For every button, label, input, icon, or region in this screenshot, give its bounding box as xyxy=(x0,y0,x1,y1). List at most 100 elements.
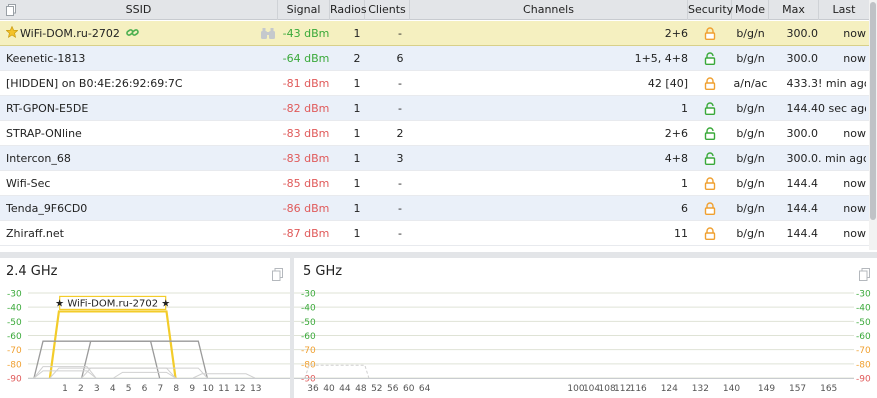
cell-signal: -81 dBm xyxy=(282,77,330,90)
cell-signal: -87 dBm xyxy=(282,227,330,240)
cell-security xyxy=(690,96,730,121)
x-tick-label: 10 xyxy=(202,384,214,394)
cell-mode: b/g/n xyxy=(736,227,765,240)
x-tick-label: 64 xyxy=(419,384,431,394)
y-tick-label-right: -90 xyxy=(856,375,871,385)
x-tick-label: 13 xyxy=(250,384,261,394)
favorite-star-icon[interactable] xyxy=(6,26,18,38)
cell-radios: 2 xyxy=(353,52,361,65)
x-tick-label: 4 xyxy=(110,384,116,394)
cell-security xyxy=(690,146,730,171)
cell-max-rate: 300.0 xyxy=(786,152,819,165)
cell-channels: 1 xyxy=(681,177,688,190)
cell-max-rate: 300.0 xyxy=(786,52,819,65)
cell-ssid: WiFi-DOM.ru-2702 xyxy=(6,21,276,46)
column-header-security[interactable]: Security xyxy=(688,0,733,20)
ssid-text: STRAP-ONline xyxy=(6,127,82,140)
cell-radios: 1 xyxy=(353,177,361,190)
table-row[interactable]: Tenda_9F6CD0 -86 dBm 1 - 6 b/g/n 144.4 now xyxy=(0,196,869,221)
y-tick-label: -50 xyxy=(7,318,22,328)
cell-signal: -83 dBm xyxy=(282,127,330,140)
lock-open-icon xyxy=(704,127,716,140)
cell-clients: - xyxy=(398,227,402,240)
cell-max-rate: 433.3 xyxy=(786,77,819,90)
table-row[interactable]: WiFi-DOM.ru-2702 -43 dBm 1 - 2+6 b/g/n 300.0 no… xyxy=(0,21,869,46)
network-curve xyxy=(49,367,176,379)
x-tick-label: 2 xyxy=(78,384,84,394)
lock-open-icon xyxy=(704,52,716,65)
x-tick-label: 48 xyxy=(355,384,367,394)
x-tick-label: 165 xyxy=(820,384,837,394)
table-row[interactable]: [HIDDEN] on B0:4E:26:92:69:7C -81 dBm 1 - 42… xyxy=(0,71,869,96)
y-tick-label: -50 xyxy=(301,318,316,328)
table-row[interactable]: RT-GPON-E5DE -82 dBm 1 - 1 b/g/n 144.4 0 sec ag… xyxy=(0,96,869,121)
y-tick-label: -40 xyxy=(301,304,316,314)
cell-ssid: Wifi-Sec xyxy=(6,171,276,196)
table-header: SSID Signal Radios Clients Channels Secu… xyxy=(0,0,869,36)
table-row[interactable]: Zhiraff.net -87 dBm 1 - 11 b/g/n 144.4 now xyxy=(0,221,869,246)
cell-clients: - xyxy=(398,202,402,215)
lock-open-icon xyxy=(704,102,716,115)
y-tick-label: -30 xyxy=(7,290,22,300)
y-tick-label: -80 xyxy=(7,360,22,370)
y-tick-label-right: -80 xyxy=(856,360,871,370)
x-tick-label: 11 xyxy=(218,384,229,394)
column-header-clients[interactable]: Clients xyxy=(365,0,410,20)
table-row[interactable]: Keenetic-1813 -64 dBm 2 6 1+5, 4+8 b/g/n 300.0… xyxy=(0,46,869,71)
cell-channels: 1+5, 4+8 xyxy=(634,52,688,65)
column-header-max-rate[interactable]: Max Rate xyxy=(769,0,819,36)
scrollbar-thumb[interactable] xyxy=(870,2,876,220)
y-tick-label: -60 xyxy=(301,332,316,342)
cell-signal: -82 dBm xyxy=(282,102,330,115)
network-table: SSID Signal Radios Clients Channels Secu… xyxy=(0,0,869,250)
x-tick-label: 1 xyxy=(62,384,68,394)
column-header-mode[interactable]: Mode xyxy=(732,0,769,20)
column-header-signal[interactable]: Signal xyxy=(278,0,330,20)
cell-signal: -64 dBm xyxy=(282,52,330,65)
x-tick-label: 124 xyxy=(661,384,678,394)
cell-signal: -83 dBm xyxy=(282,152,330,165)
lock-closed-icon xyxy=(704,227,716,240)
cell-last-seen: now xyxy=(843,52,866,65)
table-row[interactable]: Intercon_68 -83 dBm 1 3 4+8 b/g/n 300.0. min a… xyxy=(0,146,869,171)
copy-icon[interactable] xyxy=(6,4,16,16)
x-tick-label: 52 xyxy=(371,384,382,394)
cell-ssid: Keenetic-1813 xyxy=(6,46,276,71)
cell-last-seen: 0 sec ago xyxy=(818,102,866,115)
column-header-channels[interactable]: Channels xyxy=(410,0,688,20)
cell-max-rate: 144.4 xyxy=(786,202,819,215)
cell-max-rate: 300.0 xyxy=(786,127,819,140)
y-tick-label: -60 xyxy=(7,332,22,342)
link-icon[interactable] xyxy=(126,27,139,38)
cell-ssid: STRAP-ONline xyxy=(6,121,276,146)
panel-title-2-4ghz: 2.4 GHz xyxy=(6,264,58,279)
ssid-text: Tenda_9F6CD0 xyxy=(6,202,88,215)
lock-closed-icon xyxy=(704,77,716,90)
table-row[interactable]: STRAP-ONline -83 dBm 1 2 2+6 b/g/n 300.0 now xyxy=(0,121,869,146)
y-tick-label: -40 xyxy=(7,304,22,314)
x-tick-label: 149 xyxy=(758,384,775,394)
cell-last-seen: . min ago xyxy=(818,152,866,165)
ssid-text: Wifi-Sec xyxy=(6,177,51,190)
copy-icon[interactable] xyxy=(859,268,870,281)
cell-max-rate: 144.4 xyxy=(786,102,819,115)
cell-security xyxy=(690,71,730,96)
highlight-label: ★ WiFi-DOM.ru-2702 ★ xyxy=(55,298,170,309)
y-tick-label: -80 xyxy=(301,360,316,370)
cell-mode: b/g/n xyxy=(736,202,765,215)
cell-last-seen: now xyxy=(843,177,866,190)
cell-last-seen: now xyxy=(843,202,866,215)
lock-closed-icon xyxy=(704,202,716,215)
column-header-ssid[interactable]: SSID xyxy=(0,0,278,20)
table-scrollbar[interactable] xyxy=(869,0,877,250)
ssid-text: Zhiraff.net xyxy=(6,227,64,240)
cell-channels: 42 [40] xyxy=(647,77,688,90)
y-tick-label-right: -40 xyxy=(856,304,871,314)
y-tick-label: -70 xyxy=(7,346,22,356)
copy-icon[interactable] xyxy=(272,268,283,281)
column-header-last-seen[interactable]: Last Seen xyxy=(819,0,869,36)
column-header-radios[interactable]: Radios xyxy=(330,0,367,20)
table-row[interactable]: Wifi-Sec -85 dBm 1 - 1 b/g/n 144.4 now xyxy=(0,171,869,196)
cell-security xyxy=(690,46,730,71)
x-tick-label: 60 xyxy=(403,384,415,394)
